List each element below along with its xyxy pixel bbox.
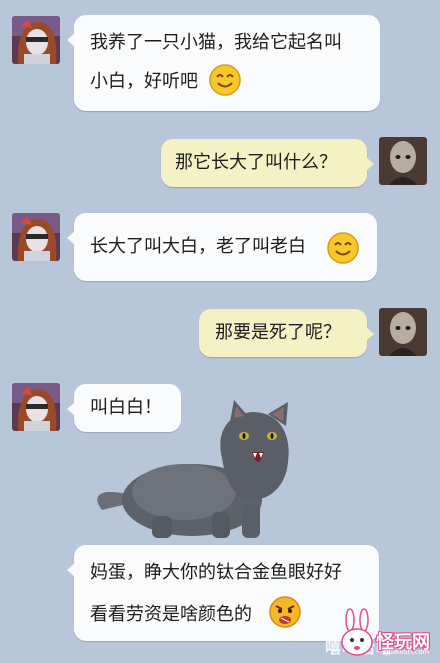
- message-2-line-1: 那它长大了叫什么？: [175, 152, 337, 173]
- message-bubble-4[interactable]: 那要是死了呢？: [199, 309, 374, 357]
- message-bubble-1[interactable]: 我养了一只小猫，我给它起名叫 小白，好听吧: [67, 15, 380, 111]
- angry-emoji-icon: [269, 596, 301, 628]
- smile-emoji-icon: [209, 64, 241, 96]
- bubble-tail: [366, 327, 374, 341]
- message-bubble-6[interactable]: 妈蛋，睁大你的钛合金鱼眼好好 看看劳资是啥颜色的: [67, 545, 379, 641]
- message-6-line-2: 看看劳资是啥颜色的: [90, 604, 252, 625]
- outgoing-avatar[interactable]: [379, 308, 427, 356]
- incoming-avatar[interactable]: [12, 16, 60, 64]
- bubble-tail: [67, 563, 75, 577]
- smile-emoji-icon: [327, 232, 359, 264]
- message-4-line-1: 那要是死了呢？: [215, 322, 341, 343]
- rabbit-logo-icon: [341, 608, 373, 656]
- outgoing-avatar[interactable]: [379, 137, 427, 185]
- incoming-avatar[interactable]: [12, 213, 60, 261]
- bubble-tail: [67, 231, 75, 245]
- message-6-line-1: 妈蛋，睁大你的钛合金鱼眼好好: [90, 562, 342, 583]
- incoming-avatar[interactable]: [12, 383, 60, 431]
- message-1-line-2: 小白，好听吧: [90, 71, 198, 92]
- brand-url: guaixun.com: [384, 648, 430, 656]
- message-bubble-2[interactable]: 那它长大了叫什么？: [161, 139, 374, 187]
- message-3-line-1: 长大了叫大白，老了叫老白: [90, 236, 306, 257]
- bubble-tail: [67, 402, 75, 416]
- message-bubble-3[interactable]: 长大了叫大白，老了叫老白: [67, 213, 377, 281]
- bubble-tail: [366, 157, 374, 171]
- bubble-tail: [67, 33, 75, 47]
- grey-cat-image[interactable]: [92, 400, 310, 542]
- message-1-line-1: 我养了一只小猫，我给它起名叫: [90, 32, 342, 53]
